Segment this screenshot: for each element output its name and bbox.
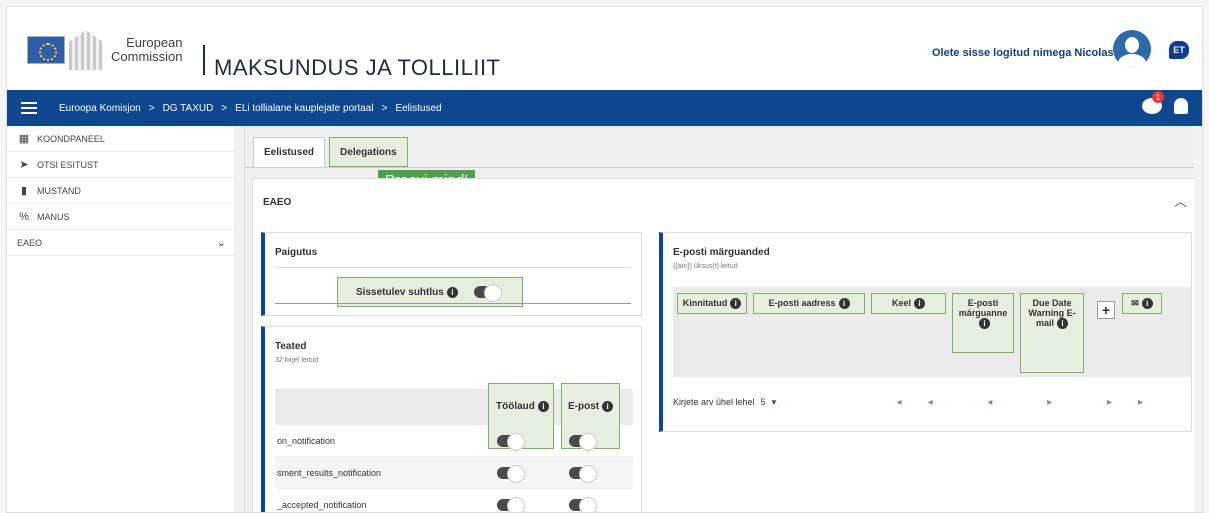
- dashboard-icon: ▦: [18, 133, 30, 145]
- tab-preferences[interactable]: Eelistused: [253, 137, 326, 167]
- breadcrumb-item[interactable]: ELi tollialane kauplejate portaal: [235, 103, 373, 114]
- info-icon[interactable]: i: [1057, 318, 1068, 329]
- incoming-toggle[interactable]: [473, 284, 502, 302]
- breadcrumb-separator: >: [148, 102, 155, 114]
- logo-line-1: European: [126, 35, 183, 50]
- column-header-email-notification[interactable]: E-posti märguannei: [952, 293, 1014, 353]
- info-icon[interactable]: i: [602, 401, 614, 412]
- logo-line-2: Commission: [111, 49, 183, 64]
- info-icon[interactable]: i: [979, 318, 990, 329]
- sidebar-item-eaeo[interactable]: EAEO ⌄: [7, 230, 244, 256]
- column-header-email-address[interactable]: E-posti aadress i: [753, 293, 865, 314]
- breadcrumb: Euroopa Komisjon > DG TAXUD > ELi tollia…: [59, 103, 442, 114]
- desktop-toggle[interactable]: [497, 497, 525, 512]
- pagination-size: Kirjete arv ühel lehel 5 ▾: [673, 397, 777, 407]
- main-content: Eelistused Delegations Proovi mind! EAEO…: [245, 126, 1202, 512]
- sidebar-item-attachment[interactable]: % MANUS: [7, 204, 244, 230]
- sidebar-item-draft[interactable]: ▮ MUSTAND: [7, 178, 244, 204]
- title-divider: [203, 45, 205, 75]
- info-icon[interactable]: i: [446, 286, 458, 298]
- email-toggle[interactable]: [569, 497, 597, 512]
- header: European Commission MAKSUNDUS JA TOLLILI…: [7, 7, 1202, 83]
- column-header-language[interactable]: Keel i: [871, 293, 946, 314]
- attachment-icon: %: [19, 210, 29, 223]
- sidebar-scrollbar[interactable]: [234, 126, 244, 512]
- breadcrumb-item[interactable]: DG TAXUD: [163, 103, 214, 114]
- add-button[interactable]: +: [1097, 301, 1115, 319]
- chat-icon[interactable]: 1: [1142, 91, 1164, 114]
- email-card-title: E-posti märguanded: [673, 247, 770, 258]
- mail-icon: ✉: [1131, 298, 1139, 308]
- column-header-due-date-warning[interactable]: Due Date Warning E-mail i: [1020, 293, 1084, 373]
- placement-card: Paigutus Sissetulev suhtlus i: [261, 232, 642, 316]
- menu-icon[interactable]: [21, 102, 37, 114]
- column-header-email[interactable]: E-post i: [568, 401, 614, 412]
- email-toggle[interactable]: [569, 465, 597, 483]
- collapse-icon[interactable]: ︿: [1174, 191, 1187, 210]
- table-row: _accepted_notification: [275, 489, 633, 512]
- send-icon: ➤: [19, 159, 29, 171]
- sidebar-item-search[interactable]: ➤ OTSI ESITUST: [7, 152, 244, 178]
- notices-count: 32 kirjet leitud: [275, 357, 319, 364]
- language-button[interactable]: ET: [1169, 41, 1189, 59]
- avatar[interactable]: [1113, 30, 1151, 68]
- divider: [275, 267, 631, 268]
- column-header-desktop[interactable]: Töölaud i: [496, 401, 549, 412]
- email-toggle[interactable]: [569, 433, 597, 451]
- logged-in-user: Olete sisse logitud nimega Nicolas: [932, 47, 1114, 59]
- ec-logo[interactable]: European Commission: [27, 27, 207, 73]
- table-row: on_notification: [275, 425, 633, 457]
- column-header-confirmed[interactable]: Kinnitatud i: [677, 293, 747, 314]
- notices-title: Teated: [275, 341, 307, 352]
- pager[interactable]: ◂◂ ◂ ▸ ▸▸: [897, 397, 1169, 408]
- divider: [275, 303, 631, 304]
- notification-badge: 1: [1152, 91, 1164, 103]
- page-title: MAKSUNDUS JA TOLLILIIT: [214, 55, 501, 80]
- caret-down-icon[interactable]: ▾: [772, 397, 777, 407]
- email-notifications-card: E-posti märguanded {{arv}} üksus(t) leit…: [659, 232, 1192, 432]
- breadcrumb-separator: >: [221, 102, 228, 114]
- main-scrollbar[interactable]: [1194, 126, 1202, 512]
- desktop-toggle[interactable]: [497, 465, 525, 483]
- breadcrumb-item[interactable]: Euroopa Komisjon: [59, 103, 141, 114]
- eu-flag-icon: [27, 36, 65, 64]
- column-header-mail[interactable]: ✉ i: [1122, 293, 1162, 314]
- app-window: European Commission MAKSUNDUS JA TOLLILI…: [6, 6, 1203, 513]
- email-found-count: {{arv}} üksus(t) leitud: [673, 263, 738, 270]
- placement-title: Paigutus: [275, 247, 318, 258]
- chevron-down-icon: ⌄: [216, 237, 226, 249]
- notices-card: Teated 32 kirjet leitud Töölaud i E-post i…: [261, 326, 642, 512]
- breadcrumb-separator: >: [381, 102, 388, 114]
- info-icon[interactable]: i: [838, 298, 850, 309]
- building-icon: [69, 30, 103, 70]
- info-icon[interactable]: i: [914, 298, 925, 309]
- bell-icon[interactable]: [1174, 98, 1188, 114]
- tab-delegations[interactable]: Delegations: [329, 137, 408, 167]
- sidebar-item-dashboard[interactable]: ▦ KOONDPANEEL: [7, 126, 244, 152]
- info-icon[interactable]: i: [537, 401, 549, 412]
- top-nav: Euroopa Komisjon > DG TAXUD > ELi tollia…: [7, 90, 1202, 126]
- document-icon: ▮: [20, 185, 28, 197]
- email-table: Kinnitatud i E-posti aadress i Keel i E-pos…: [673, 287, 1191, 377]
- desktop-toggle[interactable]: [497, 433, 525, 451]
- info-icon[interactable]: i: [730, 298, 742, 309]
- tab-bar: Eelistused Delegations: [245, 134, 1200, 168]
- table-row: sment_results_notification: [275, 457, 633, 489]
- section-title: EAEO: [263, 197, 292, 208]
- sidebar: ▦ KOONDPANEEL ➤ OTSI ESITUST ▮ MUSTAND % MAN…: [7, 126, 245, 512]
- page-size-select[interactable]: 5: [761, 397, 766, 407]
- info-icon[interactable]: i: [1141, 298, 1153, 309]
- breadcrumb-item: Eelistused: [395, 102, 442, 114]
